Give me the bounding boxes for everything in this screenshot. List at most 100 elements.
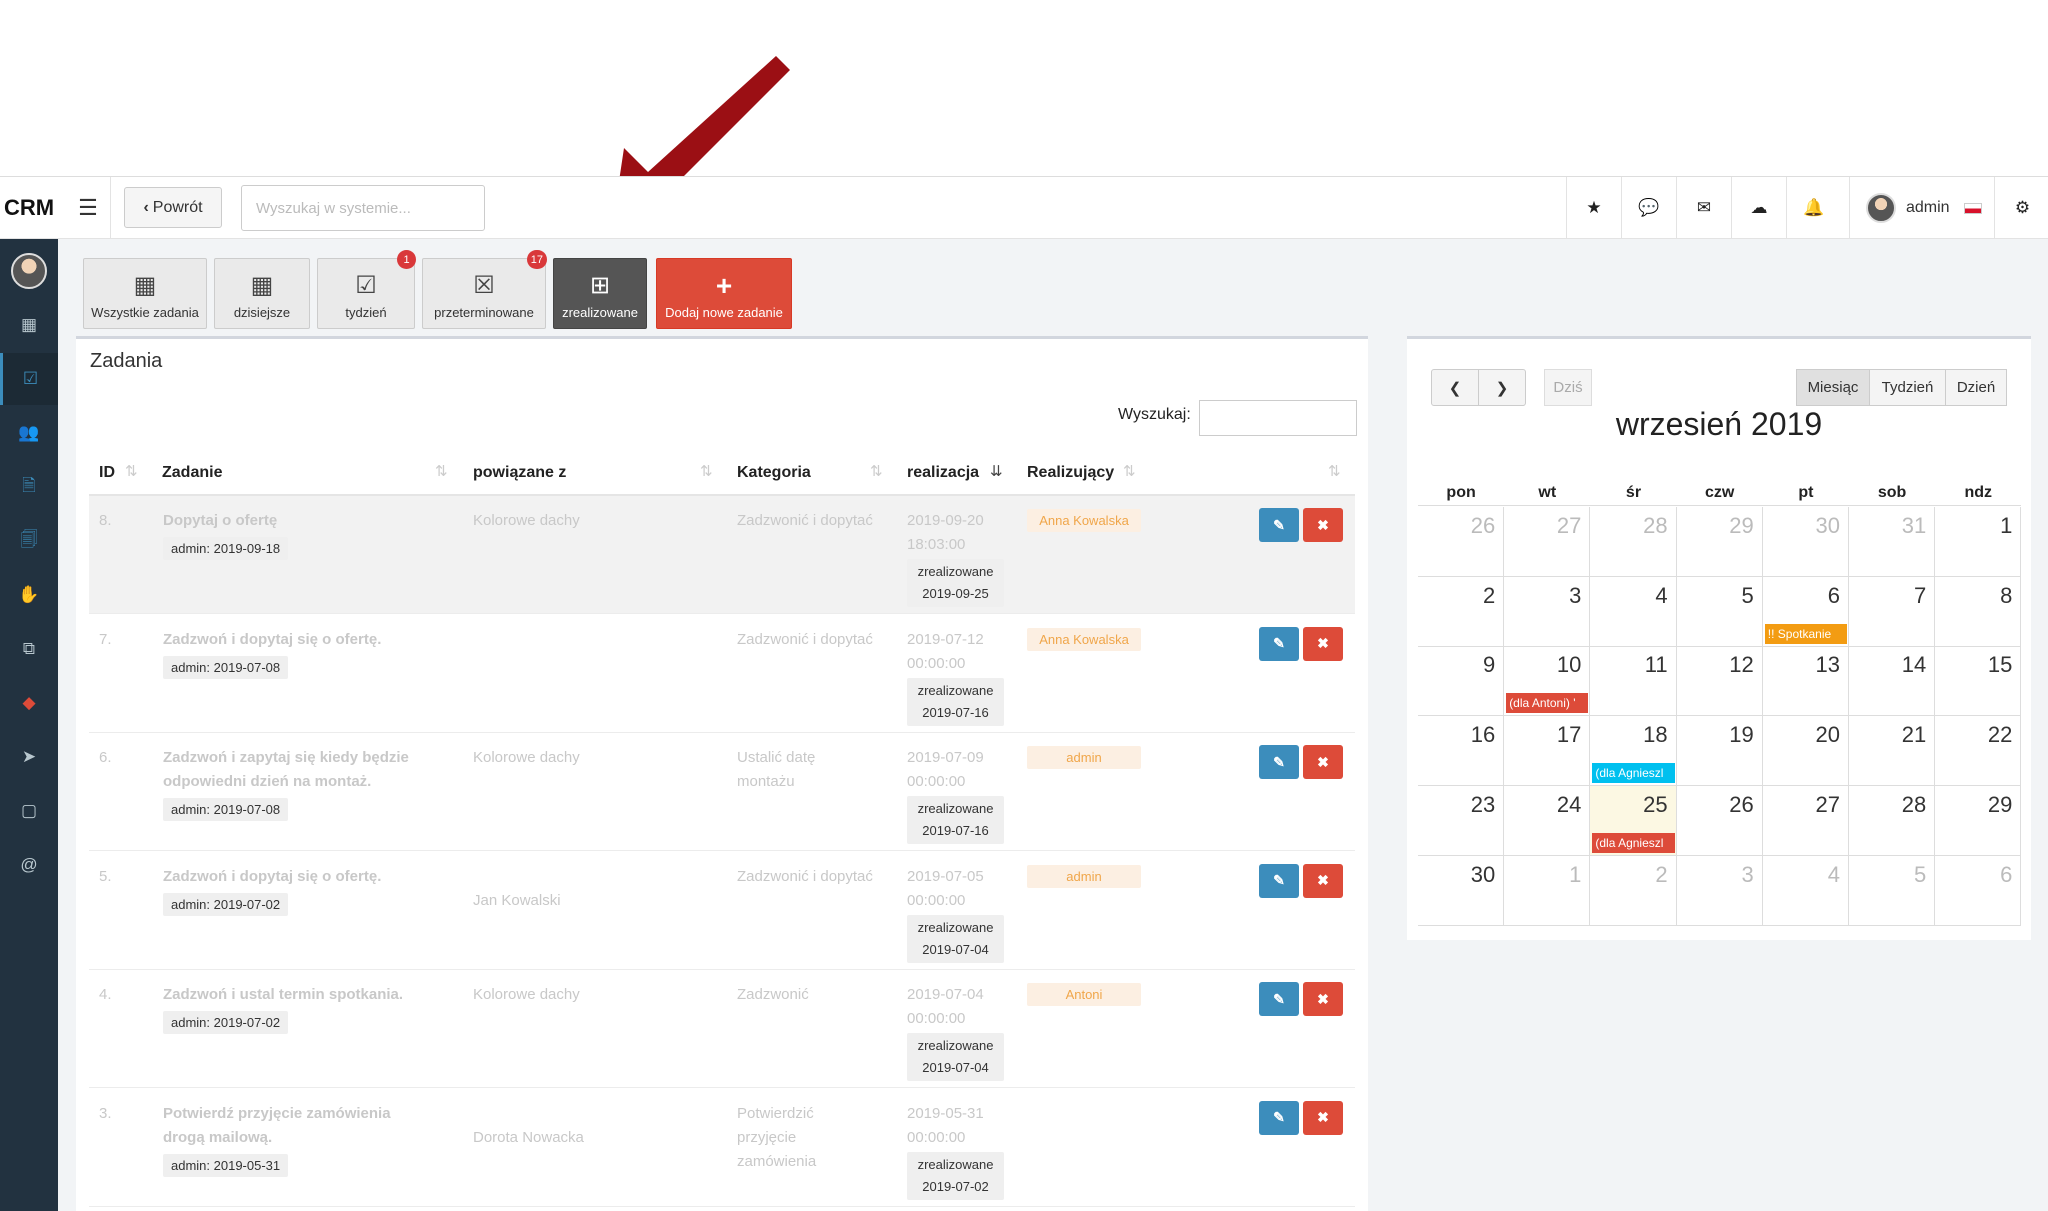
row-task-title[interactable]: Zadzwoń i ustal termin spotkania. — [163, 983, 403, 1007]
next-month-button[interactable]: ❯ — [1478, 369, 1526, 406]
delete-button[interactable]: ✖ — [1303, 508, 1343, 542]
edit-button[interactable]: ✎ — [1259, 863, 1299, 898]
sort-icon[interactable]: ⇅ — [125, 462, 138, 480]
sort-icon[interactable]: ⇅ — [1123, 462, 1136, 480]
calendar-day[interactable]: 27 — [1504, 507, 1591, 577]
row-related[interactable]: Kolorowe dachy — [473, 746, 580, 770]
row-task-title[interactable]: Dopytaj o ofertę — [163, 509, 277, 533]
calendar-day[interactable]: 15 — [1935, 646, 2022, 717]
calendar-day[interactable]: 26 — [1418, 507, 1505, 577]
edit-button[interactable]: ✎ — [1259, 1100, 1299, 1135]
document-icon[interactable]: 🗎 — [0, 461, 58, 513]
calendar-day[interactable]: 23 — [1418, 785, 1505, 856]
sort-icon[interactable]: ⇅ — [435, 462, 448, 480]
pdf-icon[interactable]: 🗐 — [0, 515, 58, 567]
today-button[interactable]: Dziś — [1544, 369, 1592, 406]
calendar-day[interactable]: 2 — [1418, 576, 1505, 647]
col-header-id[interactable]: ID — [99, 458, 115, 488]
row-task-title[interactable]: drogą mailową. — [163, 1126, 272, 1150]
calendar-day[interactable]: 4 — [1762, 855, 1849, 926]
calendar-day[interactable]: 27 — [1762, 785, 1849, 856]
view-day-button[interactable]: Dzień — [1945, 369, 2007, 406]
sort-icon[interactable]: ⇅ — [1328, 462, 1341, 480]
delete-button[interactable]: ✖ — [1303, 1100, 1343, 1135]
calendar-day[interactable]: 31 — [1849, 507, 1936, 577]
calendar-day[interactable]: 29 — [1935, 785, 2022, 856]
calendar-day[interactable]: 17 — [1504, 716, 1591, 787]
send-icon[interactable]: ➤ — [0, 731, 58, 783]
calendar-day[interactable]: 6 — [1935, 855, 2022, 926]
calendar-day[interactable]: 30 — [1762, 507, 1849, 577]
envelope-icon[interactable]: ✉ — [1676, 177, 1731, 239]
ticket-icon[interactable]: ◆ — [0, 677, 58, 729]
delete-button[interactable]: ✖ — [1303, 863, 1343, 898]
sort-desc-icon[interactable]: ⇊ — [990, 462, 1003, 480]
calendar-day[interactable]: 5 — [1849, 855, 1936, 926]
bell-icon[interactable]: 🔔 — [1786, 177, 1841, 239]
calendar-day[interactable]: 7 — [1849, 576, 1936, 647]
edit-button[interactable]: ✎ — [1259, 745, 1299, 779]
calendar-day[interactable]: 1 — [1935, 507, 2022, 577]
calendar-day[interactable]: 8 — [1935, 576, 2022, 647]
calendar-day[interactable]: 21 — [1849, 716, 1936, 787]
calendar-day[interactable]: 22 — [1935, 716, 2022, 787]
tab-completed[interactable]: ⊞ zrealizowane — [553, 258, 647, 329]
calendar-day[interactable]: 16 — [1418, 716, 1505, 787]
row-related[interactable]: Jan Kowalski — [473, 889, 561, 913]
add-task-button[interactable]: + Dodaj nowe zadanie — [656, 258, 792, 329]
col-header-task[interactable]: Zadanie — [162, 458, 222, 488]
calendar-event[interactable]: (dla Antoni) ' — [1506, 693, 1589, 714]
delete-button[interactable]: ✖ — [1303, 626, 1343, 661]
chat-icon[interactable]: 💬 — [1621, 177, 1676, 239]
calendar-day[interactable]: 24 — [1504, 785, 1591, 856]
global-search-input[interactable] — [241, 185, 485, 231]
cloud-icon[interactable]: ☁ — [1731, 177, 1786, 239]
calendar-event[interactable]: !! Spotkanie — [1764, 623, 1847, 644]
calendar-day[interactable]: 28 — [1590, 507, 1677, 577]
calendar-day[interactable]: 2 — [1590, 855, 1677, 926]
tab-today[interactable]: ▦ dzisiejsze — [214, 258, 310, 329]
delete-button[interactable]: ✖ — [1303, 745, 1343, 779]
prev-month-button[interactable]: ❮ — [1431, 369, 1479, 406]
tasks-icon[interactable]: ☑ — [0, 353, 58, 405]
row-task-title[interactable]: odpowiedni dzień na montaż. — [163, 770, 371, 794]
view-week-button[interactable]: Tydzień — [1869, 369, 1946, 406]
calendar-day[interactable]: 11 — [1590, 646, 1677, 717]
col-header-assignee[interactable]: Realizujący — [1027, 458, 1114, 488]
calendar-day[interactable]: 3 — [1676, 855, 1763, 926]
copy-icon[interactable]: ⧉ — [0, 623, 58, 675]
row-related[interactable]: Kolorowe dachy — [473, 983, 580, 1007]
edit-button[interactable]: ✎ — [1259, 626, 1299, 661]
delete-button[interactable]: ✖ — [1303, 982, 1343, 1016]
table-search-input[interactable] — [1199, 400, 1357, 436]
row-task-title[interactable]: Zadzwoń i dopytaj się o ofertę. — [163, 628, 381, 652]
col-header-related[interactable]: powiązane z — [473, 458, 566, 488]
at-icon[interactable]: @ — [0, 839, 58, 891]
calendar-event[interactable]: (dla Agnieszl — [1592, 763, 1675, 784]
row-task-title[interactable]: Zadzwoń i zapytaj się kiedy będzie — [163, 746, 409, 770]
calendar-day[interactable]: 26 — [1676, 785, 1763, 856]
menu-toggle-icon[interactable]: ☰ — [66, 177, 111, 239]
calendar-day[interactable]: 28 — [1849, 785, 1936, 856]
row-task-title[interactable]: Potwierdź przyjęcie zamówienia — [163, 1102, 391, 1126]
calendar-day[interactable]: 30 — [1418, 855, 1505, 926]
col-header-category[interactable]: Kategoria — [737, 458, 811, 488]
calendar-event[interactable]: (dla Agnieszl — [1592, 832, 1675, 853]
calendar-day[interactable]: 1 — [1504, 855, 1591, 926]
tab-all-tasks[interactable]: ▦ Wszystkie zadania — [83, 258, 207, 329]
handshake-icon[interactable]: ✋ — [0, 569, 58, 621]
back-button[interactable]: ‹ Powrót — [124, 187, 222, 228]
sort-icon[interactable]: ⇅ — [700, 462, 713, 480]
row-related[interactable]: Dorota Nowacka — [473, 1126, 584, 1150]
star-icon[interactable]: ★ — [1566, 177, 1621, 239]
view-month-button[interactable]: Miesiąc — [1796, 369, 1870, 406]
calendar-day[interactable]: 3 — [1504, 576, 1591, 647]
row-task-title[interactable]: Zadzwoń i dopytaj się o ofertę. — [163, 865, 381, 889]
brand-logo[interactable]: CRM — [0, 177, 58, 239]
sort-icon[interactable]: ⇅ — [870, 462, 883, 480]
calendar-day[interactable]: 9 — [1418, 646, 1505, 717]
gears-icon[interactable]: ⚙ — [1995, 177, 2048, 239]
sidebar-avatar[interactable] — [0, 245, 58, 297]
user-menu[interactable]: admin — [1849, 177, 1995, 239]
row-related[interactable]: Kolorowe dachy — [473, 509, 580, 533]
